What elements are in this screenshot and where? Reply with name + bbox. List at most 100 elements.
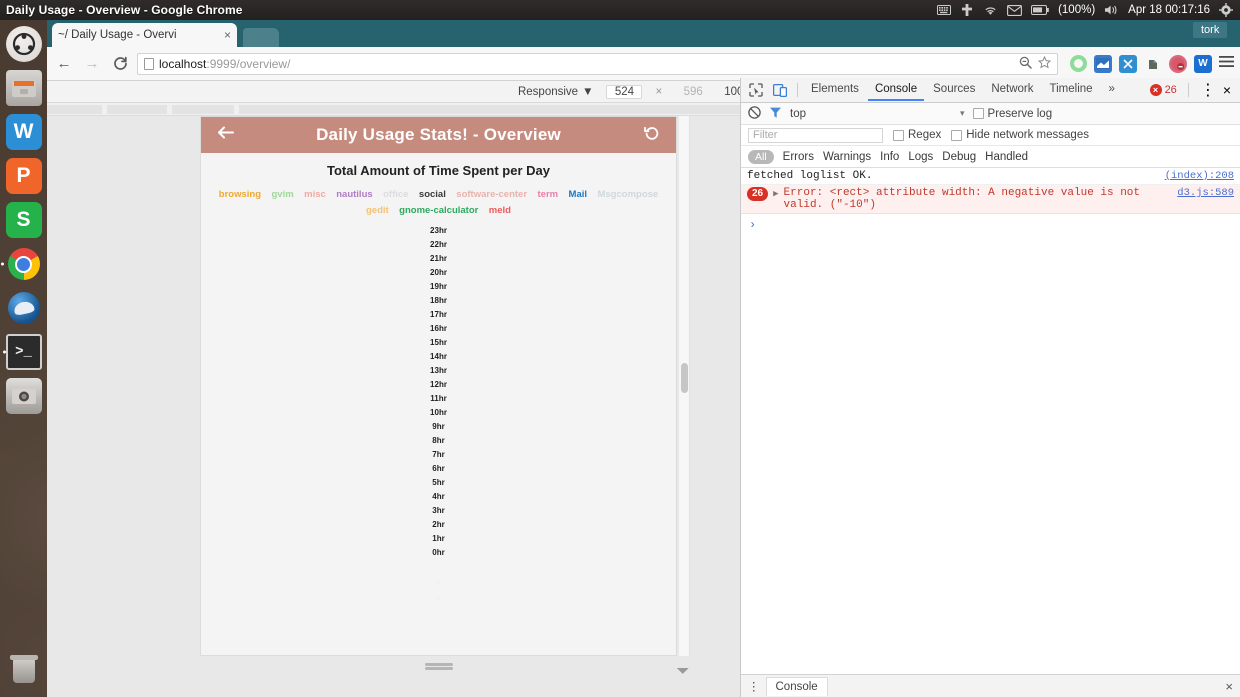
tab-network[interactable]: Network xyxy=(984,79,1040,101)
tab-overflow-chevron-icon[interactable]: » xyxy=(1102,79,1122,101)
execution-context-select[interactable]: top ▾ xyxy=(790,108,965,120)
filter-icon[interactable] xyxy=(769,106,782,122)
legend-item-gnome-calculator[interactable]: gnome-calculator xyxy=(399,204,478,218)
legend-item-meld[interactable]: meld xyxy=(489,204,511,218)
level-handled[interactable]: Handled xyxy=(985,151,1028,163)
launcher-item-ubuntu-dash[interactable] xyxy=(5,26,42,62)
drawer-tab-console[interactable]: Console xyxy=(765,676,828,696)
forward-button[interactable]: → xyxy=(81,53,103,75)
screen: Daily Usage - Overview - Google Chrome (… xyxy=(0,0,1240,697)
adblock-extension-icon[interactable] xyxy=(1169,54,1187,73)
gear-icon[interactable] xyxy=(1219,3,1233,17)
user-indicator[interactable]: tork xyxy=(1193,22,1228,38)
device-width-input[interactable]: 524 xyxy=(606,84,643,99)
chrome-icon xyxy=(7,248,40,280)
back-button[interactable]: ← xyxy=(53,53,75,75)
battery-icon[interactable] xyxy=(1031,5,1049,15)
xmind-extension-icon[interactable] xyxy=(1119,54,1137,73)
regex-checkbox[interactable]: Regex xyxy=(893,129,941,141)
browser-tab[interactable]: ~/ Daily Usage - Overvi × xyxy=(52,23,237,47)
launcher-item-terminal[interactable]: >_ xyxy=(2,334,42,370)
y-tick: 10hr xyxy=(430,408,447,417)
preserve-log-checkbox[interactable]: Preserve log xyxy=(972,108,1052,120)
console-message-log[interactable]: fetched loglist OK. (index):208 xyxy=(741,168,1240,185)
device-height-input[interactable]: 596 xyxy=(675,85,711,99)
viewport-resize-handle-corner[interactable]: ◢ xyxy=(676,660,691,675)
refresh-icon[interactable] xyxy=(642,126,662,145)
console-message-source[interactable]: d3.js:589 xyxy=(1177,187,1234,199)
accessibility-icon[interactable] xyxy=(960,3,974,17)
legend-item-browsing[interactable]: browsing xyxy=(219,188,261,202)
device-toolbar-icon[interactable] xyxy=(769,80,791,100)
console-messages-list[interactable]: fetched loglist OK. (index):208 26 ▶ Err… xyxy=(741,168,1240,674)
drawer-close-icon[interactable]: × xyxy=(1225,679,1233,694)
legend-item-office[interactable]: office xyxy=(383,188,408,202)
legend-item-msgcompose[interactable]: Msgcompose xyxy=(597,188,658,202)
launcher-label: P xyxy=(16,164,31,187)
legend-item-social[interactable]: social xyxy=(419,188,446,202)
back-arrow-icon[interactable] xyxy=(215,126,235,144)
screencast-extension-icon[interactable] xyxy=(1094,54,1112,73)
zoom-out-icon[interactable] xyxy=(1019,56,1032,72)
legend-item-mail[interactable]: Mail xyxy=(569,188,587,202)
keyboard-icon[interactable] xyxy=(937,5,952,15)
console-message-source[interactable]: (index):208 xyxy=(1165,170,1234,182)
wordpress-extension-icon[interactable]: W xyxy=(1194,54,1212,73)
clock-label[interactable]: Apr 18 00:17:16 xyxy=(1128,4,1210,16)
console-level-row: All Errors Warnings Info Logs Debug Hand… xyxy=(741,146,1240,168)
legend-item-software-center[interactable]: software-center xyxy=(456,188,527,202)
launcher-item-wps-writer[interactable]: W xyxy=(5,114,42,150)
star-icon[interactable] xyxy=(1037,55,1052,72)
legend-item-term[interactable]: term xyxy=(538,188,559,202)
volume-icon[interactable] xyxy=(1104,4,1119,16)
level-logs[interactable]: Logs xyxy=(908,151,933,163)
legend-item-misc[interactable]: misc xyxy=(304,188,326,202)
hide-network-messages-checkbox[interactable]: Hide network messages xyxy=(951,129,1089,141)
address-bar[interactable]: localhost:9999/overview/ xyxy=(137,52,1058,75)
clear-console-icon[interactable] xyxy=(748,105,761,122)
tab-console[interactable]: Console xyxy=(867,79,925,101)
viewport-resize-handle-bottom[interactable] xyxy=(425,663,453,666)
console-message-error[interactable]: 26 ▶ Error: <rect> attribute width: A ne… xyxy=(741,185,1240,214)
console-filter-input[interactable]: Filter xyxy=(748,127,883,143)
evernote-extension-icon[interactable] xyxy=(1144,55,1162,73)
page-info-icon[interactable] xyxy=(144,57,154,70)
close-icon[interactable]: × xyxy=(224,28,231,42)
level-all[interactable]: All xyxy=(748,149,774,164)
device-select[interactable]: Responsive ▼ xyxy=(518,86,593,98)
tab-sources[interactable]: Sources xyxy=(926,79,982,101)
reload-button[interactable] xyxy=(109,53,131,75)
console-prompt[interactable]: › xyxy=(741,214,1240,236)
level-debug[interactable]: Debug xyxy=(942,151,976,163)
launcher-item-files[interactable] xyxy=(5,70,42,106)
legend-item-nautilus[interactable]: nautilus xyxy=(336,188,372,202)
page-title: Daily Usage Stats! - Overview xyxy=(316,125,561,144)
devtools-kebab-menu[interactable]: ⋮ xyxy=(1200,80,1216,100)
y-tick: 21hr xyxy=(430,254,447,263)
wifi-icon[interactable] xyxy=(983,5,998,16)
legend-item-gvim[interactable]: gvim xyxy=(271,188,293,202)
launcher-item-trash[interactable] xyxy=(6,653,42,689)
y-tick: 22hr xyxy=(430,240,447,249)
drawer-kebab-menu[interactable]: ⋮ xyxy=(748,679,760,693)
ring-extension-icon[interactable] xyxy=(1070,55,1087,72)
level-info[interactable]: Info xyxy=(880,151,899,163)
new-tab-button[interactable] xyxy=(243,28,279,47)
launcher-item-google-chrome[interactable] xyxy=(0,246,42,282)
viewport-scrollbar-thumb[interactable] xyxy=(681,363,688,393)
tab-timeline[interactable]: Timeline xyxy=(1043,79,1100,101)
envelope-icon[interactable] xyxy=(1007,4,1023,16)
level-errors[interactable]: Errors xyxy=(783,151,814,163)
launcher-item-camera[interactable] xyxy=(5,378,42,414)
hamburger-menu-icon[interactable] xyxy=(1219,55,1234,72)
launcher-item-thunderbird[interactable] xyxy=(6,290,42,326)
tab-elements[interactable]: Elements xyxy=(804,79,866,101)
level-warnings[interactable]: Warnings xyxy=(823,151,871,163)
expand-triangle-icon[interactable]: ▶ xyxy=(773,187,778,199)
inspect-element-icon[interactable] xyxy=(745,80,767,100)
legend-item-gedit[interactable]: gedit xyxy=(366,204,389,218)
devtools-close-icon[interactable]: × xyxy=(1223,82,1231,98)
launcher-item-wps-spreadsheet[interactable]: S xyxy=(5,202,42,238)
error-count-badge[interactable]: × 26 xyxy=(1149,84,1177,96)
launcher-item-wps-presentation[interactable]: P xyxy=(5,158,42,194)
